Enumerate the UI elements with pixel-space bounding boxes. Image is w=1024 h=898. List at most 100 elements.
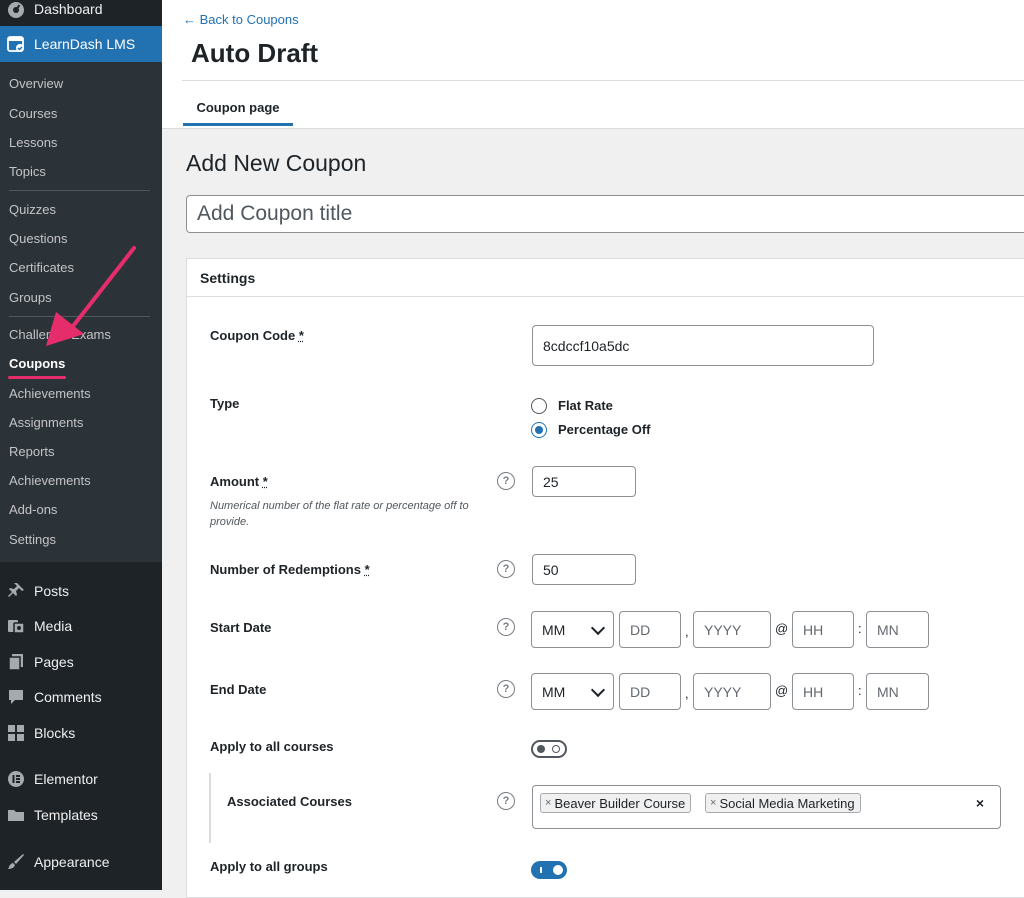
coupon-code-field[interactable]: 8cdccf10a5dc <box>532 325 874 366</box>
brush-icon <box>7 853 25 871</box>
amount-label-text: Amount <box>210 474 260 489</box>
course-tag[interactable]: × Beaver Builder Course <box>540 793 692 813</box>
submenu-lessons[interactable]: Lessons <box>9 135 57 150</box>
end-date-label: End Date <box>210 682 267 697</box>
submenu-reports[interactable]: Reports <box>9 444 55 459</box>
menu-blocks[interactable]: Blocks <box>0 715 162 751</box>
submenu-divider <box>9 316 150 317</box>
start-year-placeholder: YYYY <box>704 621 742 638</box>
remove-tag-icon[interactable]: × <box>710 797 716 809</box>
type-label: Type <box>210 396 240 411</box>
apply-all-groups-toggle[interactable] <box>531 861 567 879</box>
apply-all-courses-toggle[interactable] <box>531 740 567 758</box>
folder-icon <box>7 806 25 824</box>
menu-learndash[interactable]: LearnDash LMS <box>0 26 162 62</box>
pin-icon <box>7 582 25 600</box>
submenu-groups[interactable]: Groups <box>9 290 52 305</box>
submenu-certificates[interactable]: Certificates <box>9 260 74 275</box>
pages-icon <box>7 653 25 671</box>
menu-comments[interactable]: Comments <box>0 679 162 715</box>
date-comma: , <box>685 624 689 639</box>
submenu-questions[interactable]: Questions <box>9 231 68 246</box>
apply-all-groups-label: Apply to all groups <box>210 859 328 874</box>
apply-all-courses-label: Apply to all courses <box>210 739 334 754</box>
end-month-value: MM <box>542 683 566 700</box>
start-minute-field[interactable]: MN <box>866 611 929 648</box>
menu-media[interactable]: Media <box>0 608 162 644</box>
remove-tag-icon[interactable]: × <box>545 797 551 809</box>
required-marker: * <box>262 474 268 489</box>
amount-value: 25 <box>543 473 559 490</box>
radio-flat-rate-label[interactable]: Flat Rate <box>558 398 613 413</box>
end-month-select[interactable]: MM <box>531 673 614 710</box>
page-title: Auto Draft <box>191 38 319 68</box>
end-day-placeholder: DD <box>630 683 651 700</box>
menu-posts-label: Posts <box>34 583 70 599</box>
course-tag-label: Social Media Marketing <box>719 795 855 811</box>
comment-icon <box>7 688 25 706</box>
help-icon[interactable]: ? <box>497 792 515 810</box>
section-title: Add New Coupon <box>186 150 367 176</box>
redemptions-label: Number of Redemptions * <box>210 562 370 577</box>
start-day-field[interactable]: DD <box>619 611 681 648</box>
amount-label: Amount * <box>210 474 268 489</box>
submenu-assignments[interactable]: Assignments <box>9 415 83 430</box>
toggle-knob <box>537 745 545 753</box>
menu-dashboard[interactable]: Dashboard <box>0 0 162 27</box>
submenu-achievements[interactable]: Achievements <box>9 386 91 401</box>
coupon-code-label: Coupon Code * <box>210 328 304 343</box>
end-hour-field[interactable]: HH <box>792 673 854 710</box>
course-tag[interactable]: × Social Media Marketing <box>705 793 861 813</box>
submenu-add-ons[interactable]: Add-ons <box>9 502 57 517</box>
submenu-quizzes[interactable]: Quizzes <box>9 202 56 217</box>
end-year-field[interactable]: YYYY <box>693 673 771 710</box>
associated-courses-label: Associated Courses <box>227 794 352 809</box>
menu-elementor-label: Elementor <box>34 771 98 787</box>
radio-flat-rate[interactable] <box>531 398 547 414</box>
menu-templates[interactable]: Templates <box>0 797 162 833</box>
end-hour-placeholder: HH <box>803 683 824 700</box>
elementor-icon <box>7 770 25 788</box>
submenu-overview[interactable]: Overview <box>9 76 63 91</box>
submenu-settings[interactable]: Settings <box>9 532 56 547</box>
menu-elementor[interactable]: Elementor <box>0 761 162 797</box>
redemptions-field[interactable]: 50 <box>532 554 636 585</box>
radio-percentage-off-label[interactable]: Percentage Off <box>558 422 650 437</box>
associated-courses-select[interactable]: × Beaver Builder Course × Social Media Mar… <box>532 785 1001 829</box>
coupon-code-value: 8cdccf10a5dc <box>543 337 630 354</box>
radio-percentage-off[interactable] <box>531 422 547 438</box>
amount-field[interactable]: 25 <box>532 466 636 497</box>
start-month-select[interactable]: MM <box>531 611 614 648</box>
end-day-field[interactable]: DD <box>619 673 681 710</box>
back-to-coupons-link[interactable]: ← Back to Coupons <box>183 12 299 27</box>
time-colon: : <box>858 621 862 636</box>
help-icon[interactable]: ? <box>497 680 515 698</box>
submenu-coupons[interactable]: Coupons <box>9 356 65 371</box>
coupon-title-input[interactable] <box>186 195 1024 233</box>
menu-pages[interactable]: Pages <box>0 644 162 680</box>
blocks-icon <box>7 724 25 742</box>
coupon-code-label-text: Coupon Code <box>210 328 296 343</box>
clear-selection-icon[interactable]: × <box>976 795 984 811</box>
submenu-topics[interactable]: Topics <box>9 164 46 179</box>
help-icon[interactable]: ? <box>497 618 515 636</box>
submenu-challenge-exams[interactable]: Challenge Exams <box>9 327 111 342</box>
start-month-value: MM <box>542 621 566 638</box>
help-icon[interactable]: ? <box>497 472 515 490</box>
start-year-field[interactable]: YYYY <box>693 611 771 648</box>
menu-posts[interactable]: Posts <box>0 573 162 609</box>
end-minute-field[interactable]: MN <box>866 673 929 710</box>
menu-appearance[interactable]: Appearance <box>0 844 162 880</box>
header-divider <box>182 80 1024 81</box>
date-at: @ <box>775 621 789 636</box>
start-hour-field[interactable]: HH <box>792 611 854 648</box>
submenu-courses[interactable]: Courses <box>9 106 57 121</box>
time-colon: : <box>858 683 862 698</box>
toggle-on-mark <box>540 867 542 873</box>
page-header: ← Back to Coupons Auto Draft Coupon page <box>162 0 1024 129</box>
submenu-achievements-2[interactable]: Achievements <box>9 473 91 488</box>
help-icon[interactable]: ? <box>497 560 515 578</box>
start-hour-placeholder: HH <box>803 621 824 638</box>
media-icon <box>7 617 25 635</box>
tab-coupon-page[interactable]: Coupon page <box>183 98 293 126</box>
